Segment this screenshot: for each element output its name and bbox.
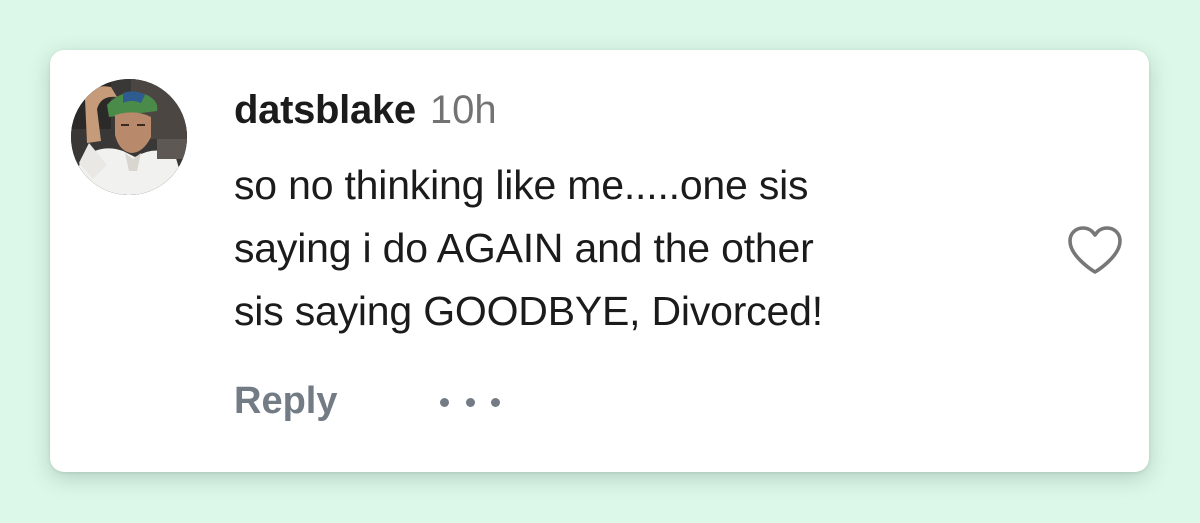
timestamp: 10h — [429, 88, 497, 132]
like-button[interactable] — [1066, 224, 1124, 276]
comment-text: so no thinking like me.....one sis sayin… — [234, 154, 1034, 343]
comment-card: datsblake 10h so no thinking like me....… — [50, 50, 1149, 472]
heart-outline-icon — [1068, 226, 1122, 274]
reply-button[interactable]: Reply — [234, 380, 337, 423]
avatar-photo — [71, 79, 187, 195]
username[interactable]: datsblake — [234, 88, 416, 133]
ellipsis-icon-dot — [440, 397, 449, 407]
ellipsis-icon-dot — [465, 397, 475, 407]
comment-header: datsblake 10h — [234, 88, 497, 140]
comment-text-line: sis saying GOODBYE, Divorced! — [234, 288, 823, 334]
comment-text-line: saying i do AGAIN and the other — [234, 225, 814, 271]
ellipsis-icon-dot — [491, 397, 500, 407]
more-options-button[interactable] — [440, 392, 500, 412]
avatar[interactable] — [71, 79, 187, 195]
comment-text-line: so no thinking like me.....one sis — [234, 162, 809, 208]
